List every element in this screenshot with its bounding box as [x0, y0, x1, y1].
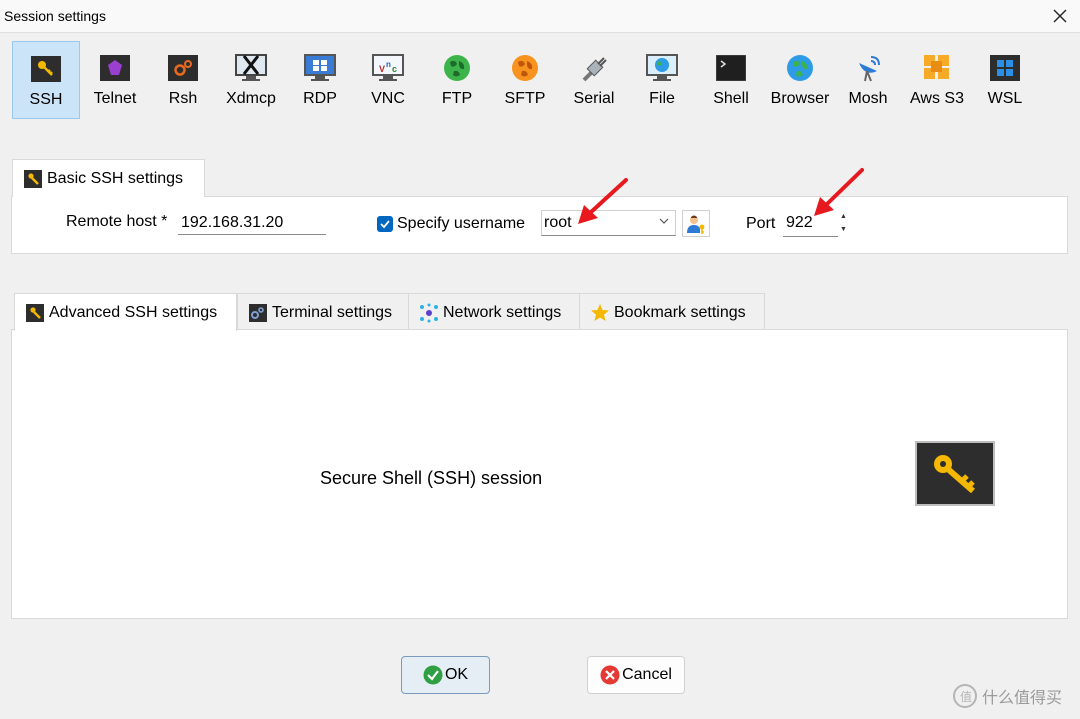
basic-settings-panel: Remote host * Specify username root Port…	[11, 196, 1068, 254]
window-title: Session settings	[4, 8, 106, 24]
session-type-label: VNC	[371, 90, 405, 107]
session-type-wsl[interactable]: WSL	[971, 41, 1039, 119]
network-icon	[419, 303, 439, 323]
wrench-icon	[25, 303, 45, 323]
ftp-icon	[441, 53, 473, 83]
dialog-body: SSH Telnet Rsh Xdmcp RDP Vnc VNC FTP SFT…	[0, 32, 1080, 719]
spin-down-icon: ▼	[840, 225, 847, 233]
chevron-down-icon	[659, 218, 669, 224]
ok-button[interactable]: OK	[401, 656, 490, 694]
telnet-icon	[99, 53, 131, 83]
port-label: Port	[746, 215, 776, 232]
session-type-file[interactable]: File	[628, 41, 696, 119]
rdp-icon	[304, 53, 336, 83]
watermark-logo-icon: 值	[953, 684, 977, 708]
cancel-label: Cancel	[622, 666, 672, 683]
tab-label: Network settings	[443, 303, 562, 321]
session-type-label: WSL	[987, 90, 1023, 107]
session-type-browser[interactable]: Browser	[766, 41, 834, 119]
tab-advanced-ssh-settings[interactable]: Advanced SSH settings	[14, 293, 237, 331]
svg-text:值: 值	[960, 689, 972, 704]
port-input[interactable]	[783, 210, 838, 237]
wsl-icon	[989, 53, 1021, 83]
session-type-label: FTP	[441, 90, 473, 107]
shell-icon	[715, 53, 747, 83]
session-type-ssh[interactable]: SSH	[12, 41, 80, 119]
session-type-mosh[interactable]: Mosh	[834, 41, 902, 119]
xdmcp-icon	[235, 53, 267, 83]
port-spin-down-button[interactable]: ▼	[839, 223, 848, 235]
svg-text:n: n	[386, 60, 391, 69]
cancel-button[interactable]: Cancel	[587, 656, 685, 694]
svg-text:V: V	[379, 64, 385, 74]
vnc-icon: Vnc	[372, 53, 404, 83]
close-icon	[1053, 9, 1067, 23]
session-type-serial[interactable]: Serial	[560, 41, 628, 119]
session-description: Secure Shell (SSH) session	[320, 468, 543, 488]
remote-host-label: Remote host *	[66, 213, 168, 230]
user-key-icon	[687, 215, 705, 234]
session-type-label: Browser	[770, 90, 830, 107]
session-type-xdmcp[interactable]: Xdmcp	[217, 41, 285, 119]
session-type-label: RDP	[303, 90, 337, 107]
username-value: root	[544, 214, 572, 231]
tab-label: Bookmark settings	[614, 303, 746, 321]
serial-icon	[578, 53, 610, 83]
session-type-label: Shell	[713, 90, 749, 107]
aws-s3-icon	[921, 53, 953, 83]
session-type-label: Xdmcp	[226, 90, 276, 107]
session-type-label: Mosh	[848, 90, 888, 107]
tab-bookmark-settings[interactable]: Bookmark settings	[579, 293, 765, 331]
session-type-label: Telnet	[93, 90, 137, 107]
remote-host-input[interactable]	[178, 211, 326, 235]
session-type-label: Aws S3	[910, 90, 964, 107]
file-icon	[646, 53, 678, 83]
specify-username-checkbox[interactable]	[377, 216, 393, 232]
session-type-label: SFTP	[504, 90, 546, 107]
username-combo[interactable]: root	[541, 210, 676, 236]
specify-username-label: Specify username	[397, 215, 526, 232]
tab-terminal-settings[interactable]: Terminal settings	[237, 293, 409, 331]
tab-label: Advanced SSH settings	[49, 303, 218, 321]
svg-text:c: c	[392, 64, 397, 74]
key-icon	[30, 54, 62, 84]
port-spin-up-button[interactable]: ▲	[839, 210, 848, 222]
tab-network-settings[interactable]: Network settings	[408, 293, 580, 331]
cancel-circle-icon	[600, 665, 620, 685]
checkmark-icon	[380, 220, 390, 229]
browser-icon	[784, 53, 816, 83]
session-type-label: SSH	[29, 91, 63, 108]
session-type-label: File	[649, 90, 675, 107]
session-type-vnc[interactable]: Vnc VNC	[354, 41, 422, 119]
mosh-icon	[852, 53, 884, 83]
session-type-telnet[interactable]: Telnet	[81, 41, 149, 119]
tab-label: Basic SSH settings	[47, 169, 184, 187]
session-type-aws-s3[interactable]: Aws S3	[903, 41, 971, 119]
session-type-sftp[interactable]: SFTP	[491, 41, 559, 119]
terminal-icon	[248, 303, 268, 323]
close-button[interactable]	[1040, 0, 1080, 32]
star-icon	[590, 303, 610, 323]
ssh-key-logo	[915, 441, 995, 506]
rsh-icon	[167, 53, 199, 83]
spin-up-icon: ▲	[840, 212, 847, 220]
key-icon	[934, 454, 975, 493]
ok-label: OK	[444, 666, 469, 683]
session-type-ftp[interactable]: FTP	[423, 41, 491, 119]
title-bar: Session settings	[0, 0, 1080, 32]
session-type-label: Serial	[573, 90, 615, 107]
wrench-icon	[23, 169, 43, 189]
watermark: 值 什么值得买	[952, 683, 1062, 709]
session-type-rsh[interactable]: Rsh	[149, 41, 217, 119]
tab-basic-ssh-settings[interactable]: Basic SSH settings	[12, 159, 205, 197]
session-type-label: Rsh	[168, 90, 198, 107]
session-type-rdp[interactable]: RDP	[286, 41, 354, 119]
session-type-shell[interactable]: Shell	[697, 41, 765, 119]
user-manager-button[interactable]	[682, 210, 710, 237]
watermark-text: 什么值得买	[982, 690, 1063, 707]
check-circle-icon	[423, 665, 443, 685]
sftp-icon	[509, 53, 541, 83]
tab-label: Terminal settings	[272, 303, 393, 321]
